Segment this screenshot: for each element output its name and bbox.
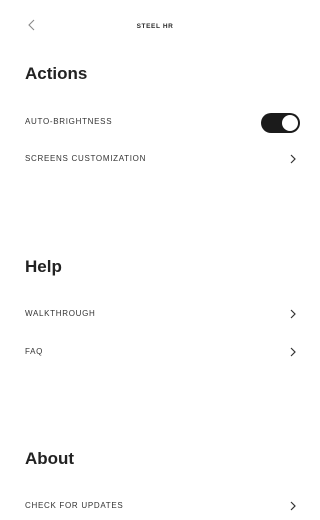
section-title-actions: Actions bbox=[25, 64, 88, 83]
check-for-updates-label: CHECK FOR UPDATES bbox=[25, 501, 124, 510]
chevron-right-icon bbox=[290, 154, 296, 164]
screens-customization-label: SCREENS CUSTOMIZATION bbox=[25, 154, 147, 163]
faq-label: FAQ bbox=[25, 347, 44, 356]
auto-brightness-label: AUTO-BRIGHTNESS bbox=[25, 117, 113, 126]
chevron-right-icon bbox=[290, 501, 296, 511]
screens-customization-row[interactable]: SCREENS CUSTOMIZATION bbox=[0, 147, 310, 173]
chevron-right-icon bbox=[290, 309, 296, 319]
toggle-knob bbox=[282, 115, 298, 131]
check-for-updates-row[interactable]: CHECK FOR UPDATES bbox=[0, 494, 310, 520]
walkthrough-row[interactable]: WALKTHROUGH bbox=[0, 302, 310, 328]
auto-brightness-toggle[interactable] bbox=[261, 113, 300, 133]
faq-row[interactable]: FAQ bbox=[0, 340, 310, 366]
section-title-about: About bbox=[25, 449, 75, 468]
walkthrough-label: WALKTHROUGH bbox=[25, 309, 96, 318]
top-bar: STEEL HR bbox=[0, 0, 310, 50]
page-title: STEEL HR bbox=[136, 23, 174, 30]
section-title-help: Help bbox=[25, 257, 62, 276]
chevron-right-icon bbox=[290, 347, 296, 357]
